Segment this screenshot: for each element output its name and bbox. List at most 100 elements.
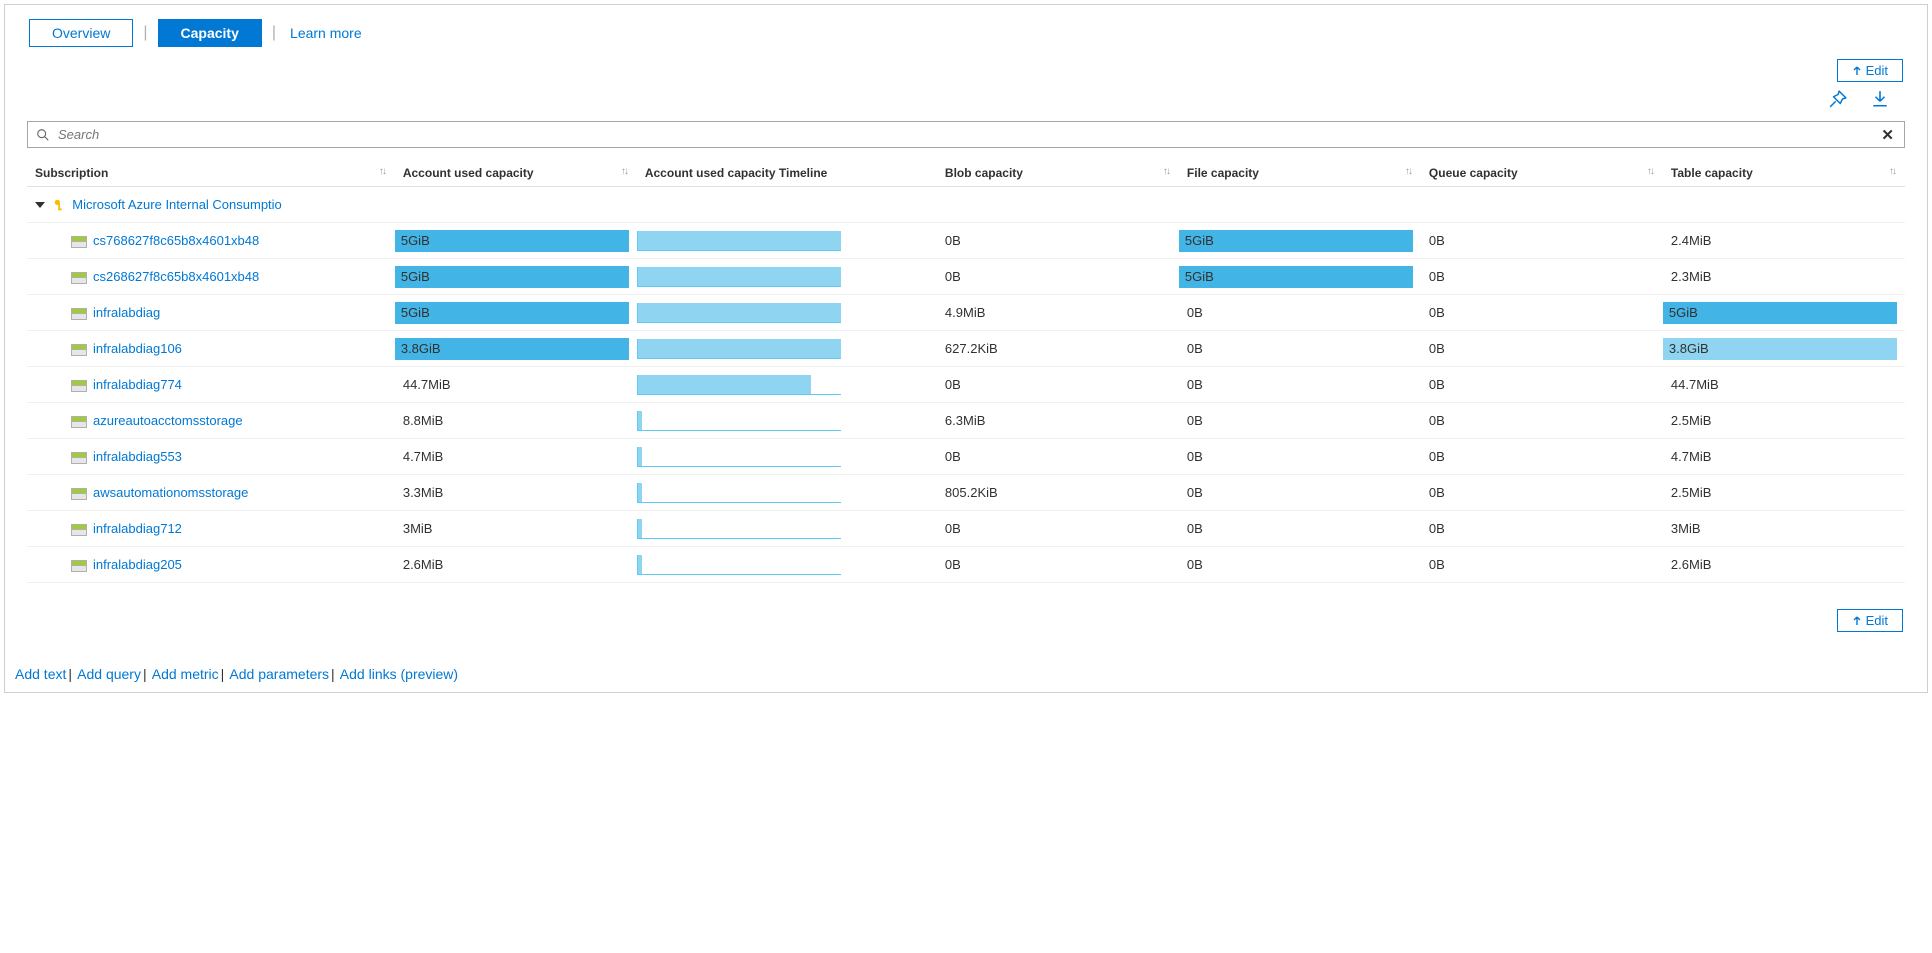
storage-account-link[interactable]: infralabdiag553 [93,449,182,464]
cell-value: 2.4MiB [1663,223,1905,259]
add-metric-link[interactable]: Add metric [152,666,219,682]
tab-bar: Overview | Capacity | Learn more [5,9,1927,51]
cell-value: 5GiB [401,269,430,284]
storage-icon [71,272,87,284]
cell-value: 3.8GiB [1669,341,1709,356]
cell-value: 0B [1421,367,1663,403]
add-query-link[interactable]: Add query [77,666,141,682]
cell-value: 0B [1421,475,1663,511]
storage-account-link[interactable]: infralabdiag [93,305,160,320]
table-row: infralabdiag77444.7MiB0B0B0B44.7MiB [27,367,1905,403]
storage-account-link[interactable]: azureautoacctomsstorage [93,413,243,428]
subscription-group-row[interactable]: Microsoft Azure Internal Consumptio [27,187,1905,223]
storage-icon [71,452,87,464]
storage-account-link[interactable]: infralabdiag712 [93,521,182,536]
cell-value: 4.7MiB [395,439,637,475]
col-timeline[interactable]: Account used capacity Timeline [637,160,937,187]
add-text-link[interactable]: Add text [15,666,66,682]
edit-button-top[interactable]: Edit [1837,59,1903,82]
cell-value: 0B [1421,511,1663,547]
cell-value: 0B [937,511,1179,547]
tab-divider: | [143,25,147,41]
cell-value: 0B [937,547,1179,583]
cell-value: 3.3MiB [395,475,637,511]
storage-icon [71,308,87,320]
download-icon[interactable] [1871,90,1889,113]
storage-account-link[interactable]: infralabdiag106 [93,341,182,356]
storage-account-link[interactable]: infralabdiag774 [93,377,182,392]
table-row: awsautomationomsstorage3.3MiB805.2KiB0B0… [27,475,1905,511]
cell-value: 5GiB [401,233,430,248]
cell-value: 2.6MiB [1663,547,1905,583]
table-row: cs768627f8c65b8x4601xb485GiB0B5GiB0B2.4M… [27,223,1905,259]
cell-value: 0B [1421,295,1663,331]
add-links-link[interactable]: Add links (preview) [340,666,458,682]
cell-value: 0B [1179,403,1421,439]
storage-account-link[interactable]: awsautomationomsstorage [93,485,248,500]
search-input-wrap[interactable]: ✕ [27,121,1905,148]
cell-value: 0B [1179,511,1421,547]
cell-value: 5GiB [1669,305,1698,320]
table-row: infralabdiag2052.6MiB0B0B0B2.6MiB [27,547,1905,583]
key-icon [53,198,67,212]
storage-icon [71,560,87,572]
cell-value: 0B [1179,331,1421,367]
storage-account-link[interactable]: cs268627f8c65b8x4601xb48 [93,269,259,284]
tab-divider: | [272,25,276,41]
storage-account-link[interactable]: infralabdiag205 [93,557,182,572]
storage-icon [71,524,87,536]
cell-value: 6.3MiB [937,403,1179,439]
search-input[interactable] [56,125,1879,144]
cell-value: 5GiB [401,305,430,320]
cell-value: 627.2KiB [937,331,1179,367]
cell-value: 0B [1421,223,1663,259]
capacity-table: Subscription↑↓ Account used capacity↑↓ A… [27,160,1905,583]
col-account-used[interactable]: Account used capacity↑↓ [395,160,637,187]
search-icon [36,128,50,142]
cell-value: 805.2KiB [937,475,1179,511]
tab-overview[interactable]: Overview [29,19,133,47]
chevron-down-icon [35,202,45,208]
cell-value: 0B [1179,439,1421,475]
cell-value: 0B [1179,367,1421,403]
clear-search-icon[interactable]: ✕ [1879,126,1896,144]
cell-value: 0B [1179,475,1421,511]
cell-value: 0B [937,259,1179,295]
col-subscription[interactable]: Subscription↑↓ [27,160,395,187]
cell-value: 0B [1421,259,1663,295]
cell-value: 0B [1179,547,1421,583]
col-queue[interactable]: Queue capacity↑↓ [1421,160,1663,187]
storage-icon [71,416,87,428]
cell-value: 3MiB [1663,511,1905,547]
cell-value: 2.3MiB [1663,259,1905,295]
learn-more-link[interactable]: Learn more [286,25,362,41]
arrow-up-icon [1852,616,1862,626]
cell-value: 8.8MiB [395,403,637,439]
cell-value: 0B [937,367,1179,403]
cell-value: 2.6MiB [395,547,637,583]
col-blob[interactable]: Blob capacity↑↓ [937,160,1179,187]
table-row: infralabdiag1063.8GiB627.2KiB0B0B3.8GiB [27,331,1905,367]
cell-value: 4.9MiB [937,295,1179,331]
cell-value: 5GiB [1185,233,1214,248]
tab-capacity[interactable]: Capacity [158,19,262,47]
table-row: infralabdiag7123MiB0B0B0B3MiB [27,511,1905,547]
cell-value: 0B [937,439,1179,475]
storage-account-link[interactable]: cs768627f8c65b8x4601xb48 [93,233,259,248]
storage-icon [71,380,87,392]
cell-value: 0B [1421,547,1663,583]
cell-value: 3MiB [395,511,637,547]
col-file[interactable]: File capacity↑↓ [1179,160,1421,187]
add-parameters-link[interactable]: Add parameters [229,666,329,682]
col-table[interactable]: Table capacity↑↓ [1663,160,1905,187]
pin-icon[interactable] [1829,90,1847,113]
table-row: cs268627f8c65b8x4601xb485GiB0B5GiB0B2.3M… [27,259,1905,295]
footer-actions: Add text| Add query| Add metric| Add par… [5,646,1927,692]
cell-value: 0B [1421,439,1663,475]
edit-button-bottom[interactable]: Edit [1837,609,1903,632]
cell-value: 2.5MiB [1663,403,1905,439]
storage-icon [71,236,87,248]
storage-icon [71,488,87,500]
cell-value: 0B [1421,331,1663,367]
table-row: infralabdiag5534.7MiB0B0B0B4.7MiB [27,439,1905,475]
